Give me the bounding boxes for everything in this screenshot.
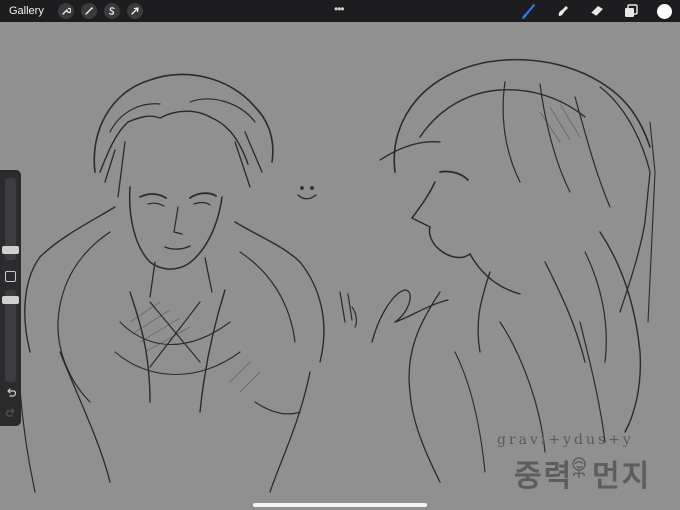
eraser-icon[interactable] (589, 3, 605, 19)
brush-sidebar (0, 170, 21, 426)
smudge-icon[interactable] (555, 3, 571, 19)
opacity-knob[interactable] (2, 296, 19, 304)
rose-icon (572, 457, 586, 478)
brush-size-knob[interactable] (2, 246, 19, 254)
square-icon[interactable] (5, 271, 16, 282)
gallery-button[interactable]: Gallery (9, 5, 44, 17)
wrench-icon[interactable] (57, 3, 74, 19)
color-picker-swatch[interactable] (657, 3, 672, 19)
watermark-latin: gravi+ydus+y (497, 432, 634, 448)
right-tool-group (521, 3, 672, 19)
opacity-slider[interactable] (2, 290, 19, 382)
top-toolbar: Gallery ••• (0, 0, 680, 22)
watermark-korean-right: 먼지 (592, 459, 652, 494)
redo-icon[interactable] (5, 406, 17, 418)
brush-size-slider[interactable] (2, 178, 19, 260)
magic-wand-icon[interactable] (80, 3, 97, 19)
undo-icon[interactable] (5, 386, 17, 398)
more-options-icon[interactable]: ••• (334, 2, 345, 16)
arrow-cursor-icon[interactable] (126, 3, 143, 19)
selection-s-icon[interactable] (103, 3, 120, 19)
layers-icon[interactable] (623, 3, 639, 19)
home-indicator[interactable] (253, 503, 427, 507)
brush-icon[interactable] (521, 3, 537, 19)
